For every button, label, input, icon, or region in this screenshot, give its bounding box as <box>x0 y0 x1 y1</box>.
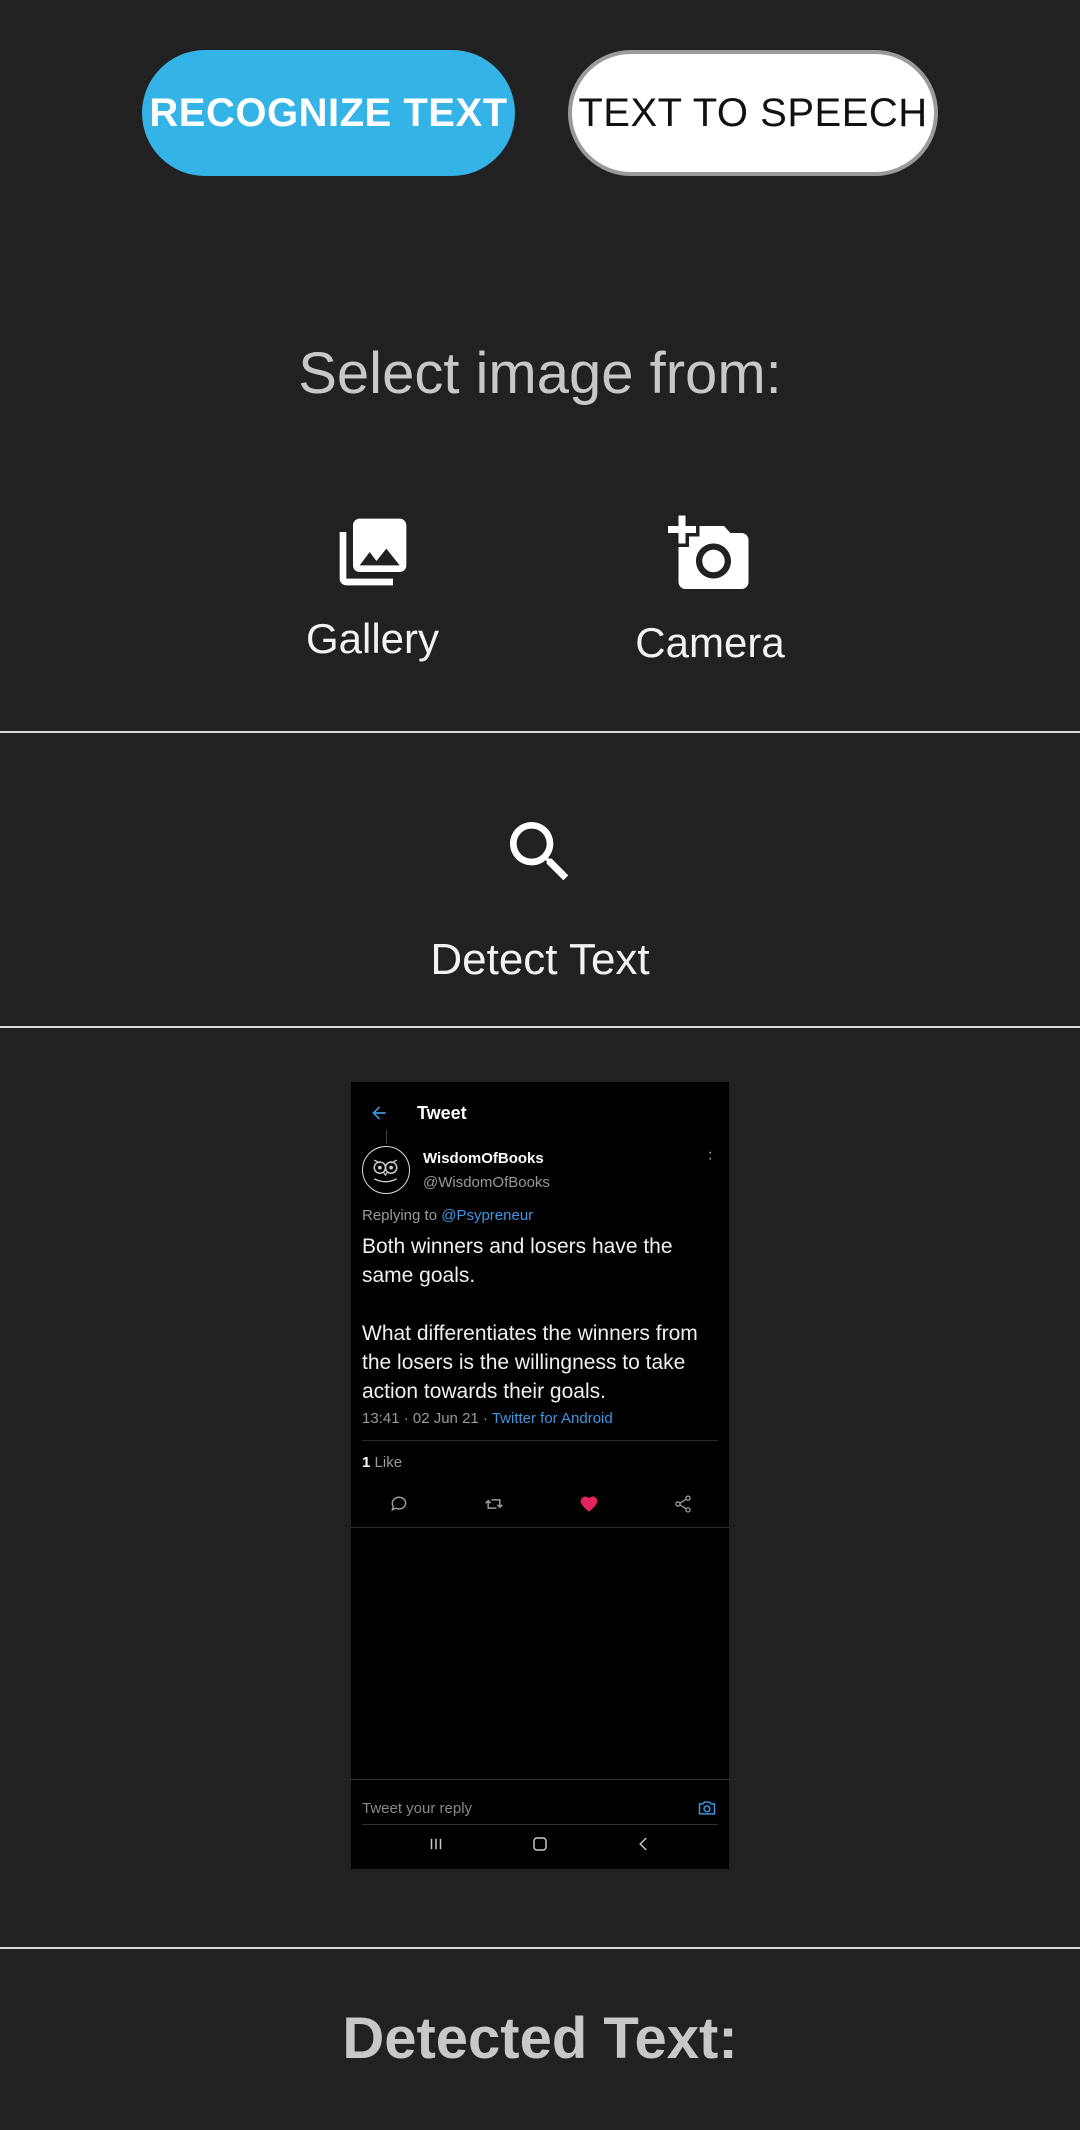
camera-option[interactable]: Camera <box>620 512 800 667</box>
avatar <box>362 1146 410 1194</box>
home-icon <box>531 1835 549 1858</box>
replying-to: Replying to @Psypreneur <box>362 1207 534 1224</box>
detect-text-button[interactable] <box>500 812 580 892</box>
camera-small-icon <box>697 1798 717 1823</box>
detect-text-label: Detect Text <box>430 935 650 984</box>
gallery-option[interactable]: Gallery <box>280 512 465 663</box>
divider <box>0 1026 1080 1028</box>
detected-text-title: Detected Text: <box>342 2006 738 2071</box>
selected-image-preview: Tweet WisdomOfBooks @WisdomOfBooks · · Re… <box>351 1082 729 1869</box>
preview-header-title: Tweet <box>417 1102 467 1123</box>
owl-logo-icon <box>373 1159 398 1183</box>
tweet-author-handle: @WisdomOfBooks <box>423 1174 550 1191</box>
tweet-reply-placeholder: Tweet your reply <box>362 1800 473 1817</box>
android-nav-bar <box>351 1825 729 1869</box>
share-icon <box>673 1494 693 1519</box>
gallery-icon <box>339 518 406 586</box>
text-to-speech-button[interactable]: TEXT TO SPEECH <box>568 50 938 176</box>
retweet-icon <box>483 1494 505 1519</box>
tweet-author-name: WisdomOfBooks <box>423 1150 544 1167</box>
tweet-body: Both winners and losers have the same go… <box>362 1235 698 1403</box>
add-camera-icon <box>668 515 749 589</box>
divider <box>0 731 1080 733</box>
recent-apps-icon <box>427 1835 445 1858</box>
select-image-title: Select image from: <box>298 341 782 406</box>
divider <box>0 1947 1080 1949</box>
tweet-actions <box>351 1494 729 1524</box>
like-count: 1 Like <box>362 1454 403 1471</box>
comment-icon <box>389 1494 409 1519</box>
tweet-meta: 13:41 · 02 Jun 21 · Twitter for Android <box>362 1410 613 1427</box>
back-arrow-icon <box>372 1106 386 1120</box>
heart-icon <box>578 1494 600 1519</box>
search-icon <box>510 822 569 881</box>
more-options-icon: · · <box>707 1144 713 1167</box>
camera-label: Camera <box>635 619 785 666</box>
gallery-label: Gallery <box>305 615 440 662</box>
recognize-text-button[interactable]: RECOGNIZE TEXT <box>142 50 515 176</box>
back-icon <box>635 1835 653 1858</box>
